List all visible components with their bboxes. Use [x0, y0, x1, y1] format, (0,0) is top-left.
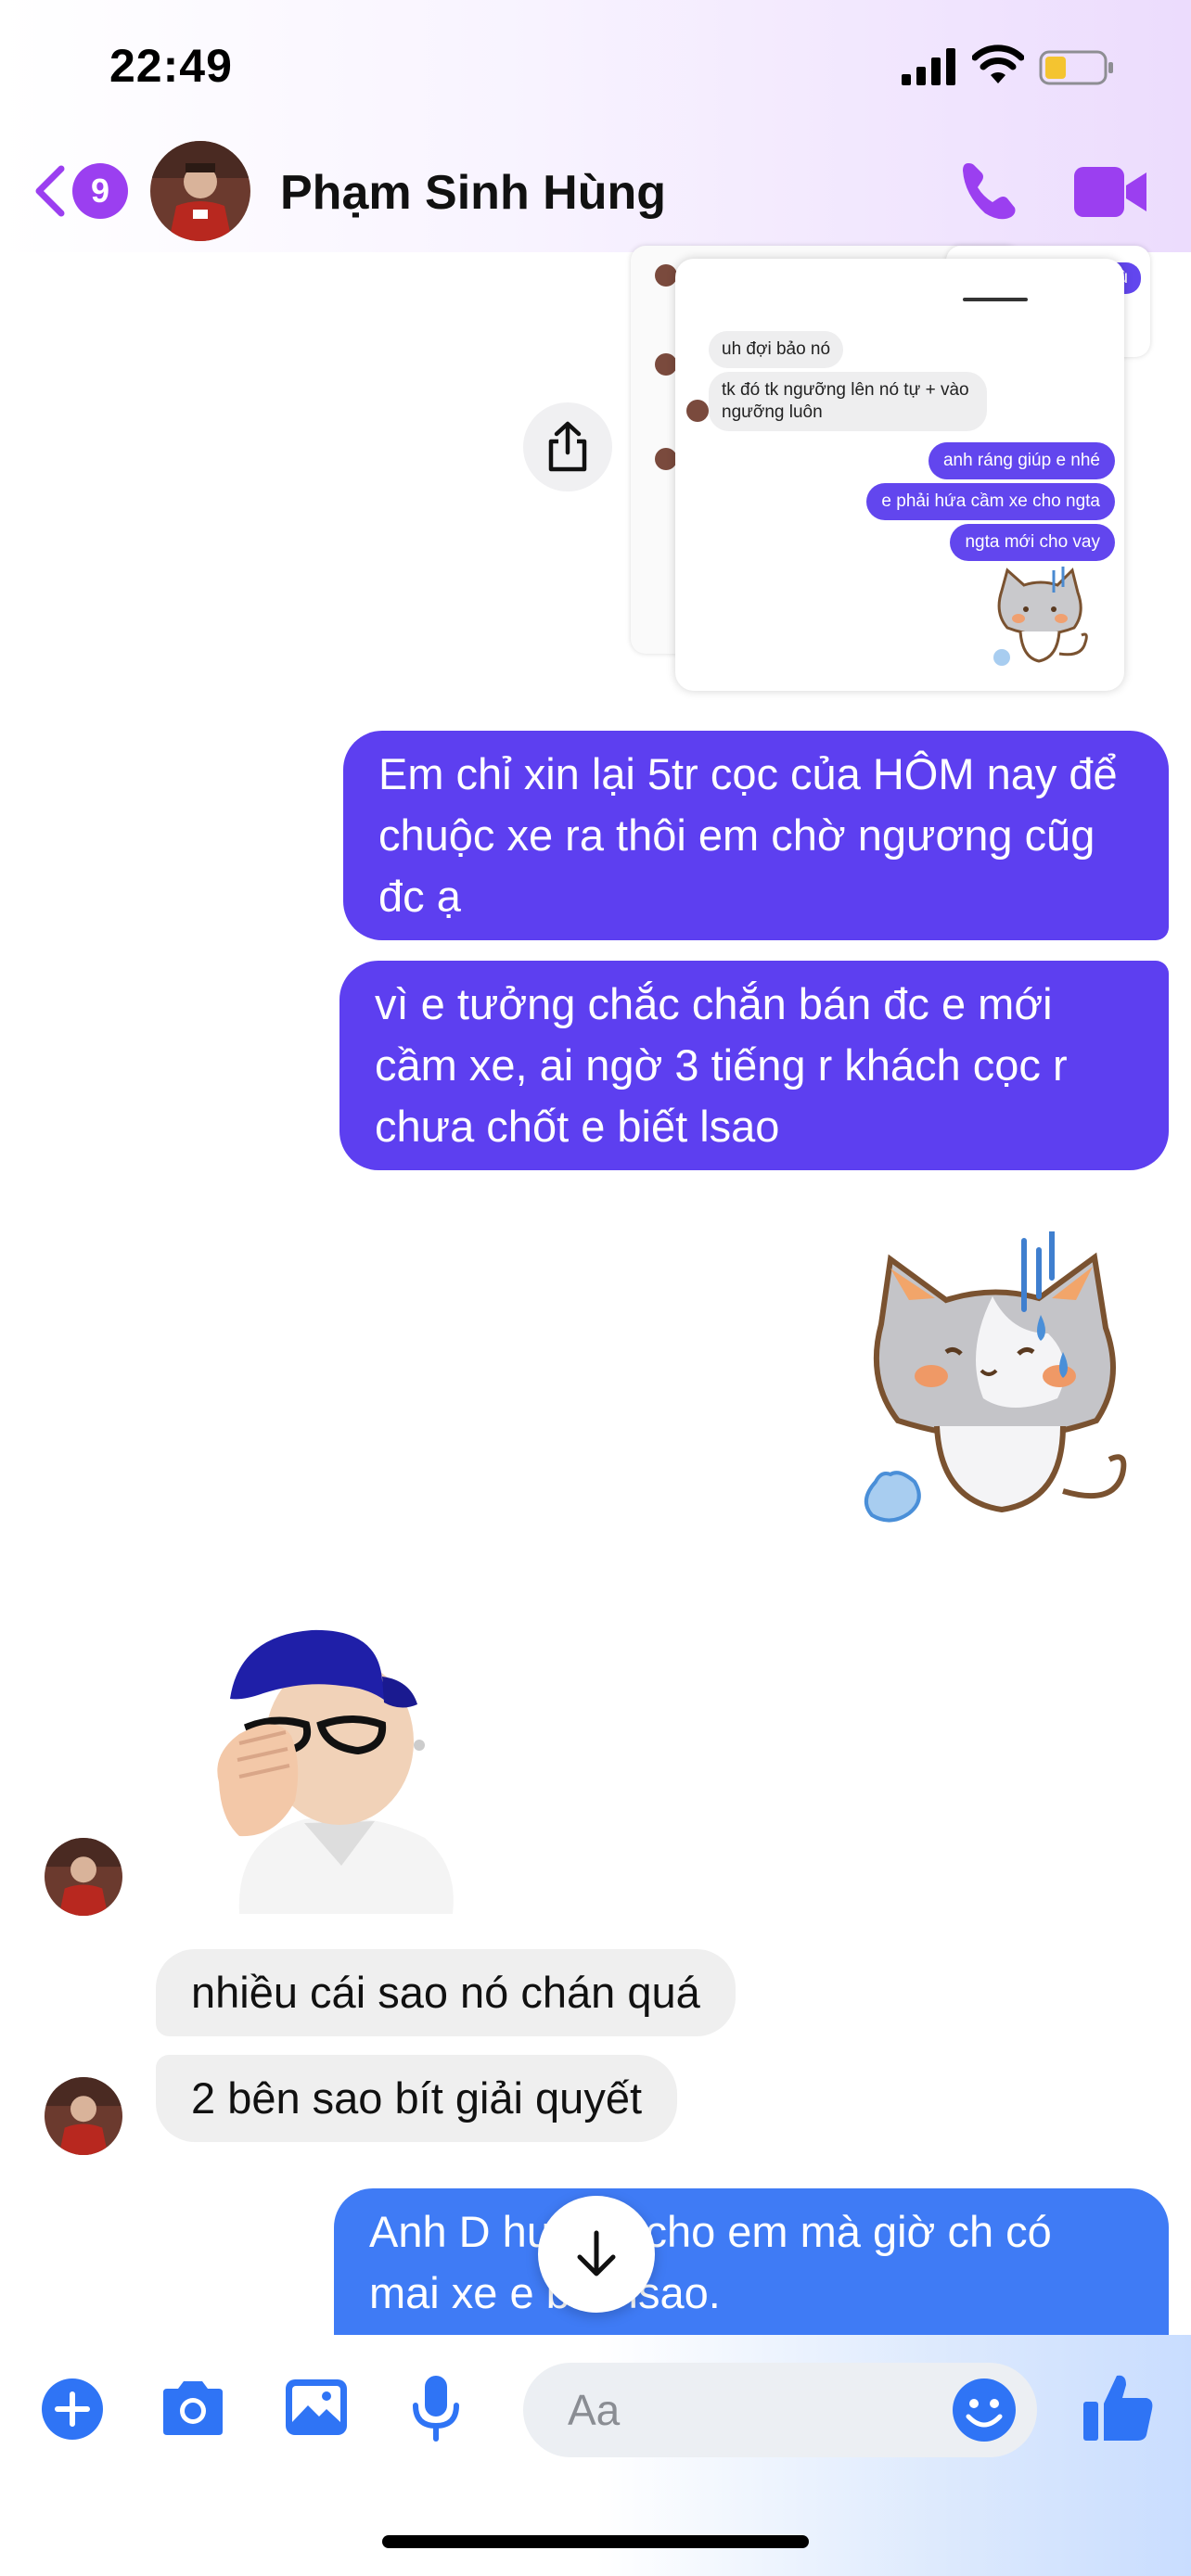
wifi-icon [972, 45, 1024, 83]
phone-call-icon[interactable] [955, 158, 1022, 224]
status-time: 22:49 [109, 40, 233, 92]
cellular-signal-icon [902, 48, 955, 85]
mini-avatar [686, 400, 709, 422]
outgoing-message[interactable]: Em chỉ xin lại 5tr cọc của HÔM nay để ch… [343, 731, 1169, 940]
contact-avatar[interactable] [150, 141, 250, 241]
mini-outgoing-message: anh ráng giúp e nhé [928, 442, 1115, 479]
mini-avatar [655, 264, 677, 287]
scroll-to-bottom-button[interactable] [538, 2196, 655, 2313]
thumbs-up-icon[interactable] [1082, 2370, 1156, 2444]
crying-cat-sticker[interactable] [853, 1231, 1137, 1536]
battery-icon [1039, 50, 1113, 85]
shared-screenshot: uh đợi bảo nó tk đó tk ngưỡng lên nó tự … [675, 259, 1124, 691]
plus-icon[interactable] [41, 2378, 104, 2441]
mini-outgoing-message: ngta mới cho vay [950, 524, 1115, 561]
shared-screenshot-stack[interactable]: e bù uh đợi bảo nó tk đó tk ngưỡng lên n… [631, 246, 1159, 691]
share-button[interactable] [523, 402, 612, 491]
contact-avatar-small[interactable] [45, 2077, 122, 2155]
arrow-down-icon [577, 2230, 616, 2276]
contact-avatar-small[interactable] [45, 1838, 122, 1916]
video-call-icon[interactable] [1072, 163, 1148, 221]
unread-count-badge: 9 [72, 163, 128, 219]
incoming-message[interactable]: nhiều cái sao nó chán quá [156, 1949, 736, 2036]
photo-gallery-icon[interactable] [284, 2378, 349, 2437]
mini-outgoing-message: e phải hứa cầm xe cho ngta [866, 483, 1115, 520]
microphone-icon[interactable] [408, 2374, 464, 2442]
chevron-left-icon [35, 165, 65, 217]
outgoing-message[interactable]: vì e tưởng chắc chắn bán đc e mới cầm xe… [339, 961, 1169, 1170]
share-icon [548, 421, 587, 472]
camera-icon[interactable] [158, 2378, 228, 2439]
mini-avatar [655, 353, 677, 376]
avatar-photo [45, 2077, 122, 2155]
mini-incoming-message: uh đợi bảo nó [709, 331, 844, 368]
mini-avatar [655, 448, 677, 470]
home-indicator [382, 2535, 809, 2548]
avatar-photo [150, 141, 250, 241]
message-input[interactable] [568, 2385, 902, 2435]
mini-cat-sticker [993, 567, 1088, 666]
avatar-photo [45, 1838, 122, 1916]
back-button[interactable]: 9 [32, 158, 134, 224]
contact-name[interactable]: Phạm Sinh Hùng [280, 165, 666, 221]
mini-divider [963, 298, 1028, 301]
facepalm-memoji-sticker[interactable] [202, 1625, 462, 1914]
incoming-message[interactable]: 2 bên sao bít giải quyết [156, 2055, 678, 2142]
emoji-icon[interactable] [952, 2378, 1017, 2442]
mini-incoming-message: tk đó tk ngưỡng lên nó tự + vào ngưỡng l… [709, 372, 987, 431]
